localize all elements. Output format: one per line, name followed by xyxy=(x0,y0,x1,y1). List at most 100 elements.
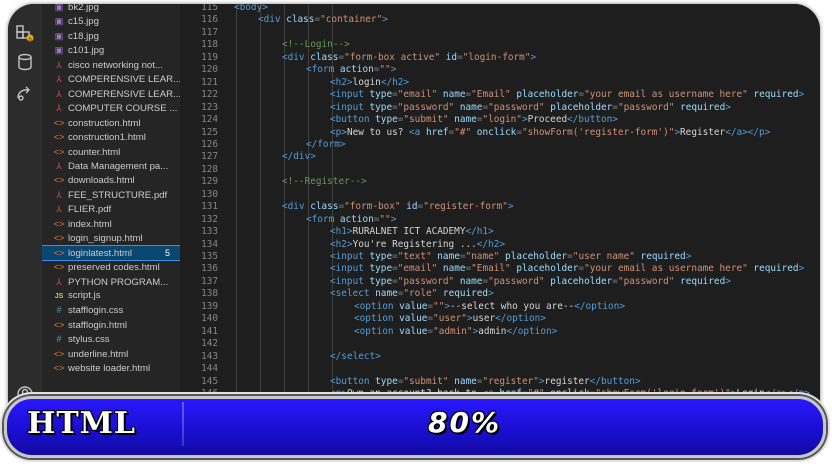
code-token: placeholder xyxy=(550,101,613,113)
img-file-icon: ▣ xyxy=(54,4,64,12)
html-file-icon: <> xyxy=(53,363,65,374)
file-item[interactable]: # stafflogin.css xyxy=(42,303,180,317)
banner-separator xyxy=(182,402,184,446)
file-item[interactable]: ⅄ cisco networking not... xyxy=(42,58,180,72)
file-item[interactable]: <> construction1.html xyxy=(42,130,180,144)
code-line[interactable]: <button type="submit" name="login">Proce… xyxy=(330,114,618,125)
code-editor[interactable]: 115 <body> 116 <div class="container"> 117 11… xyxy=(180,4,820,456)
code-line[interactable]: </div> xyxy=(282,151,316,162)
code-line[interactable]: <form action=""> xyxy=(306,214,396,225)
code-token: <select xyxy=(330,288,376,300)
code-line[interactable]: <body> xyxy=(234,4,268,13)
img-file-icon: ▣ xyxy=(54,45,64,56)
file-item[interactable]: ⅄ PYTHON PROGRAM... xyxy=(42,275,180,289)
code-token: "#" xyxy=(454,126,472,138)
svg-text:⚠: ⚠ xyxy=(28,37,33,43)
code-token: <body> xyxy=(234,4,268,13)
file-item[interactable]: ⅄ COMPERENSIVE LEAR... xyxy=(42,87,180,101)
code-token: "Email" xyxy=(471,89,511,101)
code-token: "name" xyxy=(465,251,500,262)
file-item[interactable]: <> loginlatest.html 5 xyxy=(42,244,180,261)
code-line[interactable]: <input type="email" name="Email" placeho… xyxy=(330,89,804,100)
code-line[interactable]: <!--Login--> xyxy=(282,39,350,50)
code-token: type xyxy=(369,251,393,262)
file-item[interactable]: <> downloads.html xyxy=(42,173,180,187)
file-item[interactable]: ▣ c15.jpg xyxy=(42,14,180,28)
code-token: "user" xyxy=(433,313,467,325)
code-line[interactable]: </form> xyxy=(306,139,346,150)
code-token: "submit" xyxy=(403,375,449,387)
code-line[interactable]: <p>New to us? <a href="#" onclick="showF… xyxy=(330,127,770,138)
code-token: name xyxy=(454,114,477,126)
code-line[interactable]: <option value="admin">admin</option> xyxy=(354,326,557,337)
line-number: 115 xyxy=(201,4,218,13)
file-item[interactable]: <> index.html xyxy=(42,217,180,231)
code-token: <div xyxy=(282,51,311,63)
code-line[interactable]: <option value="user">user</option> xyxy=(354,313,546,324)
code-line[interactable]: <button type="submit" name="register">re… xyxy=(330,376,641,387)
code-token: > xyxy=(685,251,692,262)
code-line[interactable]: <input type="password" name="password" p… xyxy=(330,276,731,287)
file-item[interactable]: <> construction.html xyxy=(42,116,180,130)
file-item[interactable]: <> login_signup.html xyxy=(42,231,180,245)
line-number: 120 xyxy=(201,64,218,76)
code-token: placeholder xyxy=(516,263,579,275)
code-token: admin xyxy=(478,325,507,337)
code-token: type xyxy=(369,89,393,101)
code-token: register xyxy=(544,375,590,387)
file-item[interactable]: <> underline.html xyxy=(42,347,180,361)
code-line[interactable]: <select name="role" required> xyxy=(330,288,494,299)
code-token: <input xyxy=(330,101,370,113)
line-number: 137 xyxy=(201,275,218,287)
code-line[interactable]: <option value="">--select who you are--<… xyxy=(354,301,625,312)
code-line[interactable]: <input type="email" name="Email" placeho… xyxy=(330,263,804,274)
file-item[interactable]: # stylus.css xyxy=(42,332,180,346)
file-item[interactable]: ▣ c18.jpg xyxy=(42,29,180,43)
code-line[interactable]: <h2>login</h2> xyxy=(330,77,409,88)
code-line[interactable]: <div class="container"> xyxy=(258,14,388,25)
code-token: RURALNET ICT ACADEMY xyxy=(352,226,466,238)
extensions-icon[interactable]: ⚠ xyxy=(15,24,35,44)
pdf-file-icon: ⅄ xyxy=(56,160,62,171)
file-item[interactable]: ▣ bk2.jpg xyxy=(42,4,180,14)
file-item[interactable]: ⅄ COMPUTER COURSE ... xyxy=(42,101,180,115)
code-line[interactable]: <input type="password" name="password" p… xyxy=(330,102,731,113)
remote-explorer-icon[interactable] xyxy=(15,84,35,104)
indent-guide xyxy=(260,4,261,456)
file-item[interactable]: ▣ c101.jpg xyxy=(42,43,180,57)
html-file-icon: <> xyxy=(53,319,65,330)
code-line[interactable]: <input type="text" name="name" placehold… xyxy=(330,251,691,262)
code-token: <input xyxy=(330,275,370,287)
code-line[interactable]: <!--Register--> xyxy=(282,176,367,187)
file-name: cisco networking not... xyxy=(68,59,163,71)
code-token: "user name" xyxy=(572,251,635,262)
file-item[interactable]: <> stafflogin.html xyxy=(42,318,180,332)
file-item[interactable]: ⅄ Data Management pa... xyxy=(42,159,180,173)
code-token: "showForm('register-form')" xyxy=(521,126,675,138)
code-line[interactable]: <h1>RURALNET ICT ACADEMY</h1> xyxy=(330,226,494,237)
code-token: name xyxy=(437,251,460,262)
code-token: <input xyxy=(330,89,370,101)
css-file-icon: # xyxy=(56,305,62,316)
file-item[interactable]: ⅄ FEE_STRUCTURE.pdf xyxy=(42,188,180,202)
file-name: index.html xyxy=(68,218,112,230)
code-token: </button> xyxy=(589,375,641,387)
file-item[interactable]: ⅄ COMPERENSIVE LEAR... xyxy=(42,72,180,86)
file-item[interactable]: JS script.js xyxy=(42,289,180,303)
code-line[interactable]: </select> xyxy=(330,351,381,362)
file-item[interactable]: <> counter.html xyxy=(42,145,180,159)
code-token: id xyxy=(406,201,418,213)
html-file-icon: <> xyxy=(53,146,65,157)
database-icon[interactable] xyxy=(15,52,35,72)
code-line[interactable]: <form action=""> xyxy=(306,64,396,75)
code-token: <option xyxy=(354,313,400,325)
file-item[interactable]: <> website loader.html xyxy=(42,361,180,375)
file-item[interactable]: ⅄ FLIER.pdf xyxy=(42,202,180,216)
code-line[interactable]: <div class="form-box" id="register-form"… xyxy=(282,201,514,212)
file-item[interactable]: <> preserved codes.html xyxy=(42,260,180,274)
code-token: type xyxy=(369,263,393,275)
code-line[interactable]: <h2>You're Registering ...</h2> xyxy=(330,239,505,250)
file-name: counter.html xyxy=(68,146,121,158)
code-line[interactable]: <div class="form-box active" id="login-f… xyxy=(282,52,536,63)
banner-label: HTML xyxy=(27,406,136,441)
